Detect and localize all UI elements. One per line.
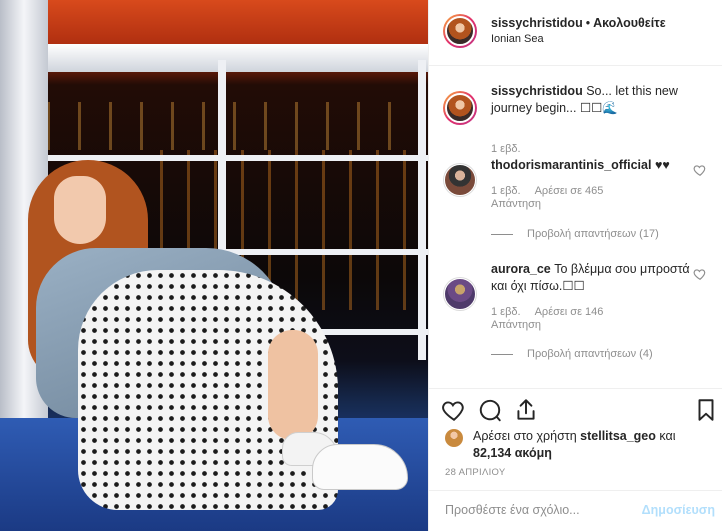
author-avatar[interactable]: [443, 14, 477, 48]
likes-text: Αρέσει στο χρήστη stellitsa_geo και 82,1…: [473, 428, 713, 462]
comment-item: thodorismarantinis_official ♥♥ 1 εβδ. Αρέ…: [429, 157, 722, 247]
comment-likes[interactable]: Αρέσει σε 465: [535, 185, 604, 197]
share-icon[interactable]: [513, 397, 539, 423]
comment-username[interactable]: thodorismarantinis_official: [491, 158, 651, 172]
heart-icon[interactable]: [693, 163, 707, 177]
comment-body: ♥♥: [654, 158, 670, 172]
comment-text: aurora_ce Το βλέμμα σου μπροστά και όχι …: [491, 261, 691, 295]
post-header: sissychristidou • Ακολουθείτε Ionian Sea: [429, 0, 722, 66]
bookmark-icon[interactable]: [693, 397, 719, 423]
divider-line: [491, 233, 513, 235]
commenter-avatar[interactable]: [443, 277, 477, 311]
divider-line: [491, 353, 513, 355]
liker-username[interactable]: stellitsa_geo: [580, 429, 656, 443]
likes-count[interactable]: 82,134 ακόμη: [473, 446, 552, 460]
post-panel: sissychristidou • Ακολουθείτε Ionian Sea s…: [428, 0, 722, 531]
likes-prefix: Αρέσει στο χρήστη: [473, 429, 577, 443]
woman-leg: [268, 330, 318, 440]
comment-username[interactable]: aurora_ce: [491, 262, 551, 276]
caption-text: sissychristidou So... let this new journ…: [491, 83, 691, 117]
liker-avatar[interactable]: [445, 429, 463, 447]
reply-button[interactable]: Απάντηση: [491, 319, 541, 331]
ship-post: [418, 60, 426, 360]
add-comment-bar: Δημοσίευση: [429, 490, 722, 531]
harbor-lights: [0, 102, 428, 150]
comments-list[interactable]: sissychristidou So... let this new journ…: [429, 67, 722, 389]
post-date[interactable]: 28 ΑΠΡΙΛΙΟΥ: [445, 467, 506, 478]
caption-meta: 1 εβδ.: [491, 143, 535, 155]
separator: •: [585, 16, 591, 30]
sneaker: [312, 444, 408, 490]
comment-icon[interactable]: [477, 397, 503, 423]
heart-icon[interactable]: [441, 397, 467, 423]
comment-time[interactable]: 1 εβδ.: [491, 185, 521, 197]
view-replies-label: Προβολή απαντήσεων (17): [527, 228, 659, 240]
action-bar: [429, 388, 722, 432]
reply-button[interactable]: Απάντηση: [491, 198, 541, 210]
author-avatar[interactable]: [443, 91, 477, 125]
wave-emoji: 🌊: [602, 101, 618, 115]
ship-rail-top: [0, 44, 428, 72]
view-replies-label: Προβολή απαντήσεων (4): [527, 348, 653, 360]
header-user-line: sissychristidou • Ακολουθείτε: [491, 16, 666, 30]
comment-time[interactable]: 1 εβδ.: [491, 306, 521, 318]
caption-item: sissychristidou So... let this new journ…: [429, 83, 722, 155]
caption-username[interactable]: sissychristidou: [491, 84, 583, 98]
woman-face: [54, 176, 106, 244]
comment-meta: 1 εβδ. Αρέσει σε 465: [491, 185, 617, 197]
commenter-avatar[interactable]: [443, 163, 477, 197]
comment-meta: 1 εβδ. Αρέσει σε 146: [491, 306, 617, 318]
comment-likes[interactable]: Αρέσει σε 146: [535, 306, 604, 318]
post-photo[interactable]: [0, 0, 428, 531]
view-replies-button[interactable]: Προβολή απαντήσεων (17): [491, 228, 659, 240]
post-location[interactable]: Ionian Sea: [491, 33, 544, 45]
view-replies-button[interactable]: Προβολή απαντήσεων (4): [491, 348, 653, 360]
caption-time[interactable]: 1 εβδ.: [491, 143, 521, 155]
comment-input[interactable]: [445, 503, 635, 517]
heart-icon[interactable]: [693, 267, 707, 281]
follow-status-button[interactable]: Ακολουθείτε: [593, 16, 666, 30]
post-comment-button[interactable]: Δημοσίευση: [642, 503, 715, 517]
ship-rail: [0, 155, 428, 161]
comment-item: aurora_ce Το βλέμμα σου μπροστά και όχι …: [429, 261, 722, 371]
likes-mid: και: [659, 429, 676, 443]
author-username[interactable]: sissychristidou: [491, 16, 583, 30]
comment-text: thodorismarantinis_official ♥♥: [491, 157, 691, 174]
